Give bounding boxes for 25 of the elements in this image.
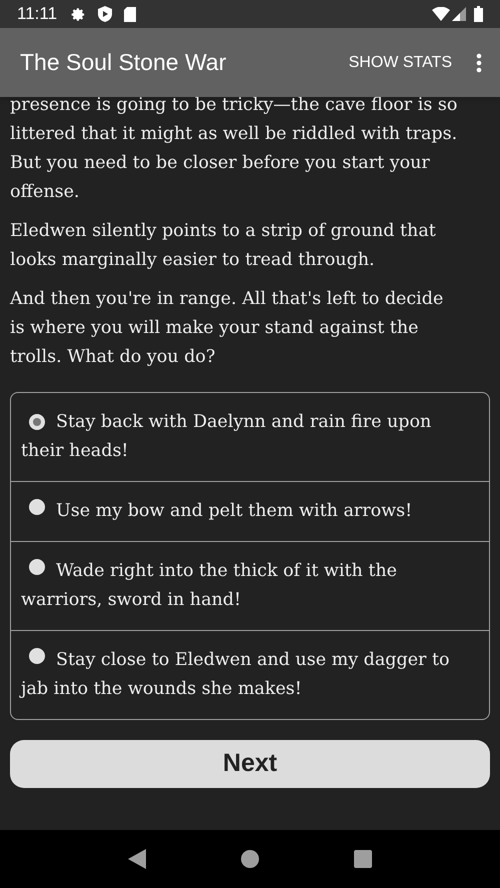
radio-button[interactable] [29, 648, 45, 664]
shield-play-icon [98, 6, 112, 22]
choice-option[interactable]: Use my bow and pelt them with arrows! [11, 481, 489, 541]
battery-icon [474, 6, 483, 22]
story-paragraph: presence is going to be tricky—the cave floor is so littered that it might as well be riddled with traps. But you need to be closer before you start your offense. [10, 97, 458, 204]
status-time: 11:11 [17, 3, 58, 26]
choice-option[interactable]: Wade right into the thick of it with the warriors, sword in hand! [11, 541, 489, 630]
back-icon[interactable] [128, 849, 146, 869]
recents-icon[interactable] [354, 850, 372, 868]
choice-option[interactable]: Stay close to Eledwen and use my dagger to jab into the wounds she makes! [11, 630, 489, 719]
sd-card-icon [124, 6, 136, 22]
home-icon[interactable] [240, 850, 259, 868]
radio-button[interactable] [29, 559, 45, 575]
more-options-icon[interactable] [476, 52, 482, 72]
story-paragraph: And then you're in range. All that's left to decide is where you will make your stand against the trolls. What do you do? [10, 288, 444, 369]
wifi-icon [432, 7, 450, 21]
next-button[interactable]: Next [10, 740, 490, 788]
choice-option[interactable]: Stay back with Daelynn and rain fire upon their heads! [11, 393, 489, 481]
app-title: The Soul Stone War [20, 48, 228, 78]
gear-icon [71, 6, 86, 22]
show-stats-button[interactable]: SHOW STATS [348, 50, 452, 74]
story-paragraph: Eledwen silently points to a strip of ground that looks marginally easier to tread through. [10, 220, 437, 272]
radio-button[interactable] [29, 499, 45, 515]
radio-button[interactable] [29, 414, 45, 430]
signal-icon [452, 7, 466, 21]
